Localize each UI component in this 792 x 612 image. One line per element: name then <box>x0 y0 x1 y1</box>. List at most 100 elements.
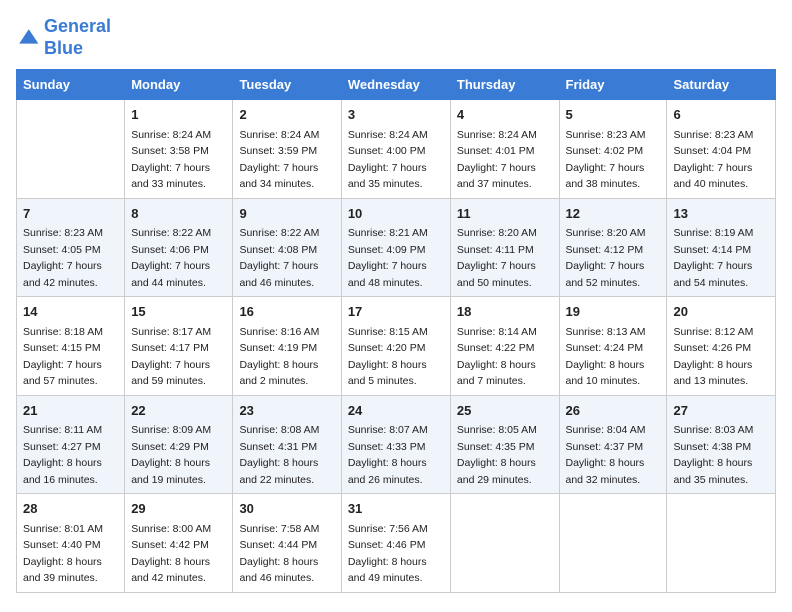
week-row: 14 Sunrise: 8:18 AMSunset: 4:15 PMDaylig… <box>17 297 776 396</box>
day-info: Sunrise: 8:24 AMSunset: 4:01 PMDaylight:… <box>457 129 537 191</box>
day-info: Sunrise: 8:17 AMSunset: 4:17 PMDaylight:… <box>131 326 211 388</box>
header-cell-tuesday: Tuesday <box>233 70 341 100</box>
calendar-cell: 23 Sunrise: 8:08 AMSunset: 4:31 PMDaylig… <box>233 395 341 494</box>
calendar-cell: 4 Sunrise: 8:24 AMSunset: 4:01 PMDayligh… <box>450 100 559 199</box>
logo: General Blue <box>16 16 111 59</box>
day-number: 18 <box>457 302 553 322</box>
calendar-cell: 20 Sunrise: 8:12 AMSunset: 4:26 PMDaylig… <box>667 297 776 396</box>
header-row: SundayMondayTuesdayWednesdayThursdayFrid… <box>17 70 776 100</box>
header-cell-monday: Monday <box>125 70 233 100</box>
day-number: 17 <box>348 302 444 322</box>
calendar-cell <box>17 100 125 199</box>
day-info: Sunrise: 8:00 AMSunset: 4:42 PMDaylight:… <box>131 523 211 585</box>
day-number: 14 <box>23 302 118 322</box>
day-number: 6 <box>673 105 769 125</box>
calendar-cell: 5 Sunrise: 8:23 AMSunset: 4:02 PMDayligh… <box>559 100 667 199</box>
day-number: 27 <box>673 401 769 421</box>
day-info: Sunrise: 8:13 AMSunset: 4:24 PMDaylight:… <box>566 326 646 388</box>
day-number: 21 <box>23 401 118 421</box>
week-row: 7 Sunrise: 8:23 AMSunset: 4:05 PMDayligh… <box>17 198 776 297</box>
day-number: 19 <box>566 302 661 322</box>
calendar-cell: 30 Sunrise: 7:58 AMSunset: 4:44 PMDaylig… <box>233 494 341 593</box>
calendar-cell <box>450 494 559 593</box>
logo-text-line1: General <box>44 16 111 38</box>
calendar-cell: 1 Sunrise: 8:24 AMSunset: 3:58 PMDayligh… <box>125 100 233 199</box>
day-info: Sunrise: 8:21 AMSunset: 4:09 PMDaylight:… <box>348 227 428 289</box>
calendar-cell: 22 Sunrise: 8:09 AMSunset: 4:29 PMDaylig… <box>125 395 233 494</box>
day-number: 3 <box>348 105 444 125</box>
day-number: 5 <box>566 105 661 125</box>
day-number: 10 <box>348 204 444 224</box>
day-number: 29 <box>131 499 226 519</box>
day-info: Sunrise: 8:20 AMSunset: 4:11 PMDaylight:… <box>457 227 537 289</box>
day-number: 1 <box>131 105 226 125</box>
calendar-table: SundayMondayTuesdayWednesdayThursdayFrid… <box>16 69 776 593</box>
day-info: Sunrise: 8:22 AMSunset: 4:06 PMDaylight:… <box>131 227 211 289</box>
week-row: 28 Sunrise: 8:01 AMSunset: 4:40 PMDaylig… <box>17 494 776 593</box>
calendar-cell: 18 Sunrise: 8:14 AMSunset: 4:22 PMDaylig… <box>450 297 559 396</box>
day-info: Sunrise: 8:12 AMSunset: 4:26 PMDaylight:… <box>673 326 753 388</box>
calendar-cell: 31 Sunrise: 7:56 AMSunset: 4:46 PMDaylig… <box>341 494 450 593</box>
header-cell-sunday: Sunday <box>17 70 125 100</box>
day-number: 31 <box>348 499 444 519</box>
calendar-cell: 7 Sunrise: 8:23 AMSunset: 4:05 PMDayligh… <box>17 198 125 297</box>
day-info: Sunrise: 8:24 AMSunset: 4:00 PMDaylight:… <box>348 129 428 191</box>
calendar-cell: 6 Sunrise: 8:23 AMSunset: 4:04 PMDayligh… <box>667 100 776 199</box>
day-number: 24 <box>348 401 444 421</box>
day-info: Sunrise: 8:20 AMSunset: 4:12 PMDaylight:… <box>566 227 646 289</box>
day-info: Sunrise: 7:58 AMSunset: 4:44 PMDaylight:… <box>239 523 319 585</box>
day-info: Sunrise: 8:18 AMSunset: 4:15 PMDaylight:… <box>23 326 103 388</box>
day-number: 20 <box>673 302 769 322</box>
calendar-cell: 25 Sunrise: 8:05 AMSunset: 4:35 PMDaylig… <box>450 395 559 494</box>
day-info: Sunrise: 8:16 AMSunset: 4:19 PMDaylight:… <box>239 326 319 388</box>
calendar-cell: 12 Sunrise: 8:20 AMSunset: 4:12 PMDaylig… <box>559 198 667 297</box>
day-info: Sunrise: 8:04 AMSunset: 4:37 PMDaylight:… <box>566 424 646 486</box>
day-info: Sunrise: 8:01 AMSunset: 4:40 PMDaylight:… <box>23 523 103 585</box>
week-row: 21 Sunrise: 8:11 AMSunset: 4:27 PMDaylig… <box>17 395 776 494</box>
calendar-cell: 29 Sunrise: 8:00 AMSunset: 4:42 PMDaylig… <box>125 494 233 593</box>
day-info: Sunrise: 8:23 AMSunset: 4:02 PMDaylight:… <box>566 129 646 191</box>
day-info: Sunrise: 8:11 AMSunset: 4:27 PMDaylight:… <box>23 424 102 486</box>
day-number: 26 <box>566 401 661 421</box>
day-info: Sunrise: 8:19 AMSunset: 4:14 PMDaylight:… <box>673 227 753 289</box>
day-number: 25 <box>457 401 553 421</box>
day-number: 11 <box>457 204 553 224</box>
calendar-cell: 27 Sunrise: 8:03 AMSunset: 4:38 PMDaylig… <box>667 395 776 494</box>
day-info: Sunrise: 8:08 AMSunset: 4:31 PMDaylight:… <box>239 424 319 486</box>
day-info: Sunrise: 8:03 AMSunset: 4:38 PMDaylight:… <box>673 424 753 486</box>
day-info: Sunrise: 8:23 AMSunset: 4:04 PMDaylight:… <box>673 129 753 191</box>
day-info: Sunrise: 8:24 AMSunset: 3:58 PMDaylight:… <box>131 129 211 191</box>
header-cell-wednesday: Wednesday <box>341 70 450 100</box>
day-number: 15 <box>131 302 226 322</box>
day-info: Sunrise: 8:05 AMSunset: 4:35 PMDaylight:… <box>457 424 537 486</box>
header-cell-thursday: Thursday <box>450 70 559 100</box>
calendar-cell: 10 Sunrise: 8:21 AMSunset: 4:09 PMDaylig… <box>341 198 450 297</box>
calendar-cell: 28 Sunrise: 8:01 AMSunset: 4:40 PMDaylig… <box>17 494 125 593</box>
calendar-cell: 19 Sunrise: 8:13 AMSunset: 4:24 PMDaylig… <box>559 297 667 396</box>
week-row: 1 Sunrise: 8:24 AMSunset: 3:58 PMDayligh… <box>17 100 776 199</box>
day-info: Sunrise: 8:09 AMSunset: 4:29 PMDaylight:… <box>131 424 211 486</box>
day-number: 2 <box>239 105 334 125</box>
calendar-cell: 9 Sunrise: 8:22 AMSunset: 4:08 PMDayligh… <box>233 198 341 297</box>
calendar-cell <box>667 494 776 593</box>
day-info: Sunrise: 8:07 AMSunset: 4:33 PMDaylight:… <box>348 424 428 486</box>
calendar-cell: 21 Sunrise: 8:11 AMSunset: 4:27 PMDaylig… <box>17 395 125 494</box>
day-number: 23 <box>239 401 334 421</box>
calendar-cell: 14 Sunrise: 8:18 AMSunset: 4:15 PMDaylig… <box>17 297 125 396</box>
calendar-cell: 26 Sunrise: 8:04 AMSunset: 4:37 PMDaylig… <box>559 395 667 494</box>
calendar-cell: 11 Sunrise: 8:20 AMSunset: 4:11 PMDaylig… <box>450 198 559 297</box>
page-header: General Blue <box>16 16 776 59</box>
calendar-cell: 8 Sunrise: 8:22 AMSunset: 4:06 PMDayligh… <box>125 198 233 297</box>
day-info: Sunrise: 8:14 AMSunset: 4:22 PMDaylight:… <box>457 326 537 388</box>
day-number: 4 <box>457 105 553 125</box>
day-number: 28 <box>23 499 118 519</box>
calendar-cell: 15 Sunrise: 8:17 AMSunset: 4:17 PMDaylig… <box>125 297 233 396</box>
calendar-cell: 13 Sunrise: 8:19 AMSunset: 4:14 PMDaylig… <box>667 198 776 297</box>
day-info: Sunrise: 8:23 AMSunset: 4:05 PMDaylight:… <box>23 227 103 289</box>
calendar-cell <box>559 494 667 593</box>
day-info: Sunrise: 8:15 AMSunset: 4:20 PMDaylight:… <box>348 326 428 388</box>
day-info: Sunrise: 8:22 AMSunset: 4:08 PMDaylight:… <box>239 227 319 289</box>
day-number: 13 <box>673 204 769 224</box>
logo-icon <box>16 26 40 50</box>
day-number: 7 <box>23 204 118 224</box>
